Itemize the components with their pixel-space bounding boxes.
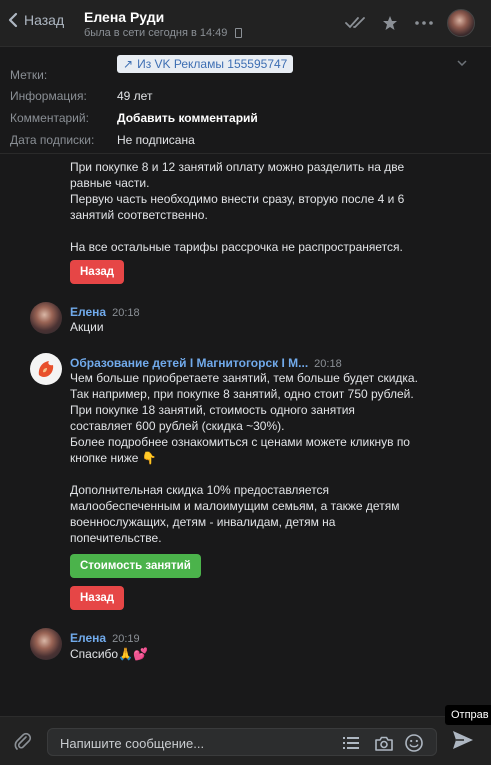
send-tooltip: Отправ	[445, 705, 491, 725]
camera-icon	[375, 736, 393, 751]
info-label: Информация:	[10, 89, 87, 103]
message-time: 20:19	[112, 633, 140, 645]
message-text: Акции	[70, 320, 104, 334]
message-text: Чем больше приобретаете занятий, тем бол…	[70, 370, 470, 546]
avatar[interactable]	[30, 353, 62, 385]
send-icon[interactable]	[452, 730, 474, 750]
message-text: При покупке 8 и 12 занятий оплату можно …	[70, 159, 470, 255]
fox-logo-icon	[38, 361, 54, 377]
subscription-value: Не подписана	[117, 133, 195, 147]
message-line	[70, 223, 470, 239]
mark-read-button[interactable]	[339, 6, 373, 40]
message-time: 20:18	[112, 307, 140, 319]
back-button[interactable]: Назад	[8, 12, 64, 28]
message-composer	[0, 716, 491, 765]
double-check-icon	[345, 17, 365, 29]
chevron-down-icon[interactable]	[457, 60, 467, 66]
back-label: Назад	[24, 12, 65, 28]
source-tag-chip[interactable]: ↗ Из VK Рекламы 155595747	[117, 55, 294, 73]
message-line: малообеспеченным и малоимущим семьям, а …	[70, 499, 400, 513]
avatar[interactable]	[30, 302, 62, 334]
templates-button[interactable]	[341, 733, 361, 753]
smile-icon	[405, 734, 423, 752]
back-keyboard-button[interactable]: Назад	[70, 260, 125, 284]
chevron-left-icon	[8, 12, 18, 28]
author-name[interactable]: Елена	[70, 305, 106, 319]
star-icon	[383, 16, 397, 30]
lesson-prices-button[interactable]: Стоимость занятий	[70, 554, 201, 578]
more-button[interactable]	[407, 6, 441, 40]
message-line: Более подробнее ознакомиться с ценами мо…	[70, 435, 410, 449]
message-line: На все остальные тарифы рассрочка не рас…	[70, 240, 403, 254]
external-link-icon: ↗	[123, 57, 134, 71]
attach-photo-button[interactable]	[374, 733, 394, 753]
message-input[interactable]	[60, 734, 320, 752]
contact-name[interactable]: Елена Руди	[84, 9, 164, 25]
message-line: Первую часть необходимо внести сразу, вт…	[70, 192, 405, 206]
message-line: Так например, при покупке 8 занятий, одн…	[70, 387, 414, 401]
message-author[interactable]: Образование детей I Магнитогорск I М... 2…	[70, 356, 342, 370]
message-line: Чем больше приобретаете занятий, тем бол…	[70, 371, 418, 385]
chat-header: Назад Елена Руди была в сети сегодня в 1…	[0, 0, 491, 47]
mobile-icon	[235, 28, 243, 38]
message-line	[70, 466, 470, 482]
message-author[interactable]: Елена 20:19	[70, 631, 140, 645]
message-line: равные части.	[70, 176, 150, 190]
message-line: кнопке ниже 👇	[70, 451, 157, 465]
more-horizontal-icon	[415, 21, 433, 25]
message-line: занятий соответственно.	[70, 208, 208, 222]
message-text: Спасибо🙏💕	[70, 647, 148, 661]
source-tag-label: Из VK Рекламы 155595747	[137, 57, 288, 71]
back-keyboard-button[interactable]: Назад	[70, 586, 125, 610]
message-line: Дополнительная скидка 10% предоставляетс…	[70, 483, 330, 497]
message-author[interactable]: Елена 20:18	[70, 305, 140, 319]
status-text: была в сети сегодня в 14:49	[84, 27, 228, 39]
message-line: военнослужащих, детям - инвалидам, детям…	[70, 515, 336, 529]
message-input-box[interactable]	[47, 728, 437, 756]
online-status: была в сети сегодня в 14:49	[84, 27, 243, 39]
message-time: 20:18	[314, 358, 342, 370]
contact-info-panel: ↗ Из VK Рекламы 155595747 Метки: Информа…	[0, 47, 491, 154]
add-comment-link[interactable]: Добавить комментарий	[117, 111, 258, 125]
emoji-button[interactable]	[404, 733, 424, 753]
tags-label: Метки:	[10, 68, 48, 82]
paperclip-icon[interactable]	[13, 732, 33, 752]
message-line: При покупке 8 и 12 занятий оплату можно …	[70, 160, 405, 174]
message-history[interactable]: При покупке 8 и 12 занятий оплату можно …	[0, 154, 491, 716]
message-line: попечительстве.	[70, 531, 162, 545]
subscription-label: Дата подписки:	[10, 133, 95, 147]
comment-label: Комментарий:	[10, 111, 89, 125]
message-line: При покупке 18 занятий, стоимость одного…	[70, 403, 355, 417]
author-name[interactable]: Образование детей I Магнитогорск I М...	[70, 356, 308, 370]
avatar[interactable]	[30, 628, 62, 660]
list-icon	[343, 737, 359, 749]
info-value: 49 лет	[117, 89, 153, 103]
message-line: составляет 600 рублей (скидка ~30%).	[70, 419, 285, 433]
contact-avatar[interactable]	[447, 9, 475, 37]
favorite-button[interactable]	[373, 6, 407, 40]
author-name[interactable]: Елена	[70, 631, 106, 645]
